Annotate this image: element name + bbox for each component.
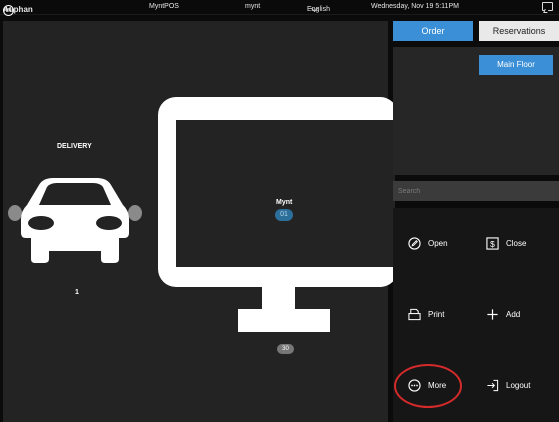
close-label: Close	[506, 239, 527, 248]
delivery-car-icon[interactable]	[7, 175, 143, 267]
search-input[interactable]	[393, 181, 559, 201]
plus-icon	[487, 309, 498, 320]
datetime: Wednesday, Nov 19 5:11PM	[371, 3, 459, 10]
svg-text:$: $	[490, 239, 495, 249]
table-count-badge: 30	[277, 344, 294, 354]
brand-name: Auphan	[3, 5, 33, 14]
open-label: Open	[428, 239, 448, 248]
top-bar: (a) Auphan MyntPOS mynt English Wednesda…	[0, 0, 559, 16]
delivery-label: DELIVERY	[57, 143, 92, 150]
app-name: MyntPOS	[149, 3, 179, 10]
open-button[interactable]: Open	[408, 237, 448, 250]
dollar-icon: $	[486, 237, 499, 250]
reservations-tab[interactable]: Reservations	[479, 21, 559, 41]
logout-icon	[487, 379, 499, 392]
print-button[interactable]: Print	[408, 308, 444, 321]
user-name[interactable]: mynt	[245, 3, 260, 10]
pencil-icon	[408, 237, 421, 250]
close-button[interactable]: $ Close	[486, 237, 526, 250]
table-number-badge: 01	[275, 209, 293, 221]
logout-label: Logout	[506, 381, 531, 390]
logout-button[interactable]: Logout	[486, 379, 530, 392]
more-highlight-circle	[394, 364, 462, 408]
order-tab[interactable]: Order	[393, 21, 473, 41]
delivery-count: 1	[75, 289, 79, 296]
add-label: Add	[506, 310, 521, 319]
print-icon	[408, 308, 421, 321]
chat-icon[interactable]	[542, 2, 553, 11]
main-floor-button[interactable]: Main Floor	[479, 55, 553, 75]
table-name: Mynt	[276, 199, 293, 206]
add-button[interactable]: Add	[486, 308, 520, 321]
print-label: Print	[428, 310, 445, 319]
